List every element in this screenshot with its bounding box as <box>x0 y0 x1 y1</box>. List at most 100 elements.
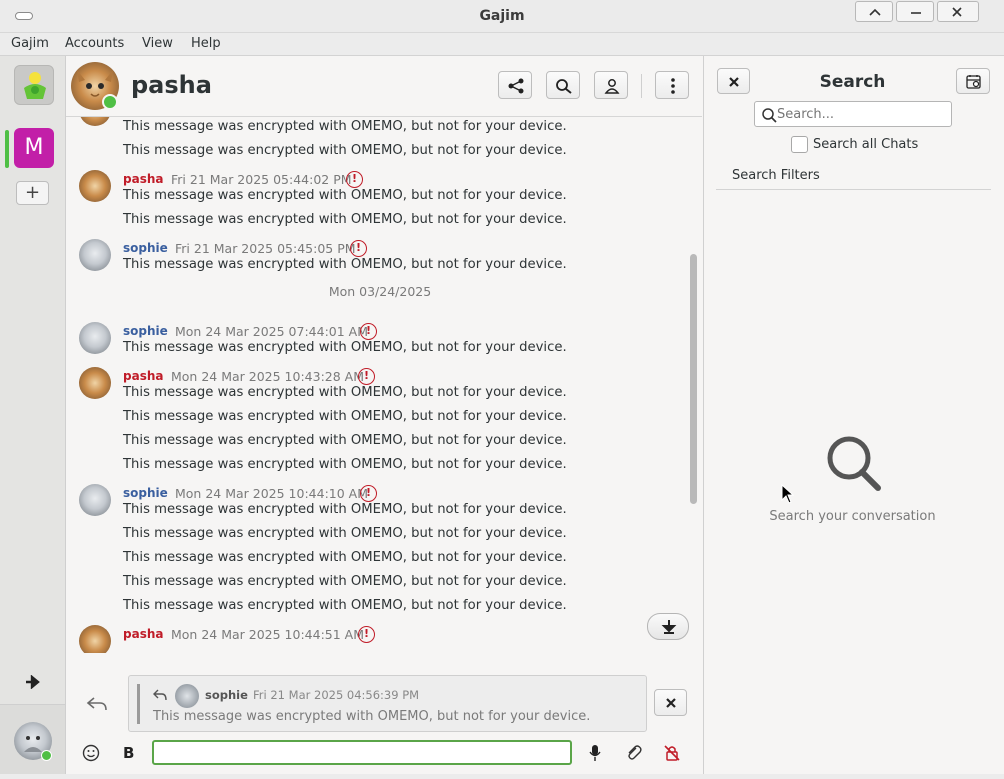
close-icon <box>666 698 676 708</box>
contact-online-dot <box>102 94 118 110</box>
menu-gajim[interactable]: Gajim <box>11 36 49 51</box>
message-nick[interactable]: pasha <box>123 627 163 641</box>
message-text: This message was encrypted with OMEMO, b… <box>123 188 567 203</box>
microphone-icon[interactable] <box>588 744 602 762</box>
encryption-warning-icon[interactable]: ! <box>358 626 375 643</box>
calendar-search-icon <box>966 75 981 89</box>
avatar[interactable] <box>79 484 111 516</box>
window-title: Gajim <box>479 8 525 24</box>
message-nick[interactable]: pasha <box>123 369 163 383</box>
minimize-button[interactable] <box>896 1 934 22</box>
more-vertical-icon <box>671 78 675 94</box>
message-text: This message was encrypted with OMEMO, b… <box>123 409 567 424</box>
attachment-icon[interactable] <box>625 744 643 762</box>
search-icon <box>762 108 777 123</box>
contact-info-button[interactable] <box>594 71 628 99</box>
menu-bar: Gajim Accounts View Help <box>0 33 1004 55</box>
maximize-button[interactable] <box>855 1 893 22</box>
message-nick[interactable]: sophie <box>123 324 168 338</box>
message-nick[interactable]: sophie <box>123 486 168 500</box>
add-workspace-button[interactable]: + <box>16 181 49 205</box>
arrow-right-icon[interactable] <box>25 675 41 689</box>
avatar[interactable] <box>79 239 111 271</box>
search-filters-expander[interactable]: Search Filters <box>732 168 820 183</box>
chevron-up-icon <box>869 8 881 16</box>
message-nick[interactable]: pasha <box>123 172 163 186</box>
reply-avatar <box>175 684 199 708</box>
avatar[interactable] <box>79 625 111 653</box>
header-divider <box>641 74 642 98</box>
search-empty-text: Search your conversation <box>769 509 936 524</box>
gajim-logo-icon <box>24 72 46 99</box>
arrow-down-icon <box>661 620 677 634</box>
message-timestamp: Mon 24 Mar 2025 07:44:01 AM <box>175 324 368 339</box>
cancel-reply-button[interactable] <box>654 689 687 716</box>
message-text: This message was encrypted with OMEMO, b… <box>123 550 567 565</box>
message-nick[interactable]: sophie <box>123 241 168 255</box>
reply-time: Fri 21 Mar 2025 04:56:39 PM <box>253 688 420 702</box>
message-timestamp: Mon 24 Mar 2025 10:44:51 AM <box>171 627 364 642</box>
chat-view: pasha This message was encrypted with OM… <box>66 56 702 774</box>
message-text: This message was encrypted with OMEMO, b… <box>123 385 567 400</box>
menu-help[interactable]: Help <box>191 36 221 51</box>
search-all-chats-checkbox[interactable] <box>791 136 808 153</box>
message-text: This message was encrypted with OMEMO, b… <box>123 119 567 134</box>
active-workspace-indicator <box>5 130 9 168</box>
message-text: This message was encrypted with OMEMO, b… <box>123 598 567 613</box>
message-text: This message was encrypted with OMEMO, b… <box>123 526 567 541</box>
message-timestamp: Fri 21 Mar 2025 05:45:05 PM <box>175 241 356 256</box>
contact-name: pasha <box>131 71 212 99</box>
search-all-chats-label[interactable]: Search all Chats <box>813 137 918 152</box>
reply-nick: sophie <box>205 688 248 702</box>
minimize-icon <box>911 12 921 14</box>
share-button[interactable] <box>498 71 532 99</box>
encryption-warning-icon[interactable]: ! <box>358 368 375 385</box>
avatar[interactable] <box>79 170 111 202</box>
message-input[interactable] <box>152 740 572 765</box>
online-status-dot <box>41 750 52 761</box>
message-text: This message was encrypted with OMEMO, b… <box>123 212 567 227</box>
message-text: This message was encrypted with OMEMO, b… <box>123 457 567 472</box>
message-text: This message was encrypted with OMEMO, b… <box>123 143 567 158</box>
message-scrollbar[interactable] <box>690 254 697 504</box>
share-icon <box>508 78 524 94</box>
emoji-icon[interactable] <box>82 744 100 762</box>
bold-format-button[interactable]: B <box>123 744 134 762</box>
encryption-disabled-icon[interactable] <box>663 744 681 762</box>
reply-quote-bar <box>137 684 140 724</box>
message-timestamp: Mon 24 Mar 2025 10:43:28 AM <box>171 369 364 384</box>
encryption-warning-icon[interactable]: ! <box>346 171 363 188</box>
search-large-icon <box>827 436 881 491</box>
message-text: This message was encrypted with OMEMO, b… <box>123 257 567 272</box>
composer: sophie Fri 21 Mar 2025 04:56:39 PM This … <box>66 656 702 774</box>
filters-divider <box>716 189 991 190</box>
person-icon <box>604 79 620 94</box>
more-options-button[interactable] <box>655 71 689 99</box>
encryption-warning-icon[interactable]: ! <box>360 323 377 340</box>
close-icon <box>952 7 962 17</box>
title-bar: Gajim <box>0 0 1004 33</box>
encryption-warning-icon[interactable]: ! <box>360 485 377 502</box>
encryption-warning-icon[interactable]: ! <box>350 240 367 257</box>
workspace-m[interactable]: M <box>14 128 54 168</box>
menu-view[interactable]: View <box>142 36 173 51</box>
scroll-to-bottom-button[interactable] <box>647 613 689 640</box>
workspace-default[interactable] <box>14 65 54 105</box>
mouse-pointer-icon <box>781 484 795 504</box>
close-window-button[interactable] <box>937 1 979 22</box>
message-timestamp: Mon 24 Mar 2025 10:44:10 AM <box>175 486 368 501</box>
date-separator: Mon 03/24/2025 <box>328 284 432 299</box>
message-text: This message was encrypted with OMEMO, b… <box>123 502 567 517</box>
avatar[interactable] <box>79 322 111 354</box>
avatar[interactable] <box>79 367 111 399</box>
message-text: This message was encrypted with OMEMO, b… <box>123 433 567 448</box>
search-field[interactable] <box>754 101 952 127</box>
menu-accounts[interactable]: Accounts <box>65 36 124 51</box>
reply-text: This message was encrypted with OMEMO, b… <box>153 709 591 724</box>
date-search-button[interactable] <box>956 68 990 94</box>
search-toggle-button[interactable] <box>546 71 580 99</box>
search-input[interactable] <box>777 105 947 123</box>
chat-header: pasha <box>66 56 702 117</box>
message-list: This message was encrypted with OMEMO, b… <box>66 117 694 653</box>
message-text: This message was encrypted with OMEMO, b… <box>123 574 567 589</box>
